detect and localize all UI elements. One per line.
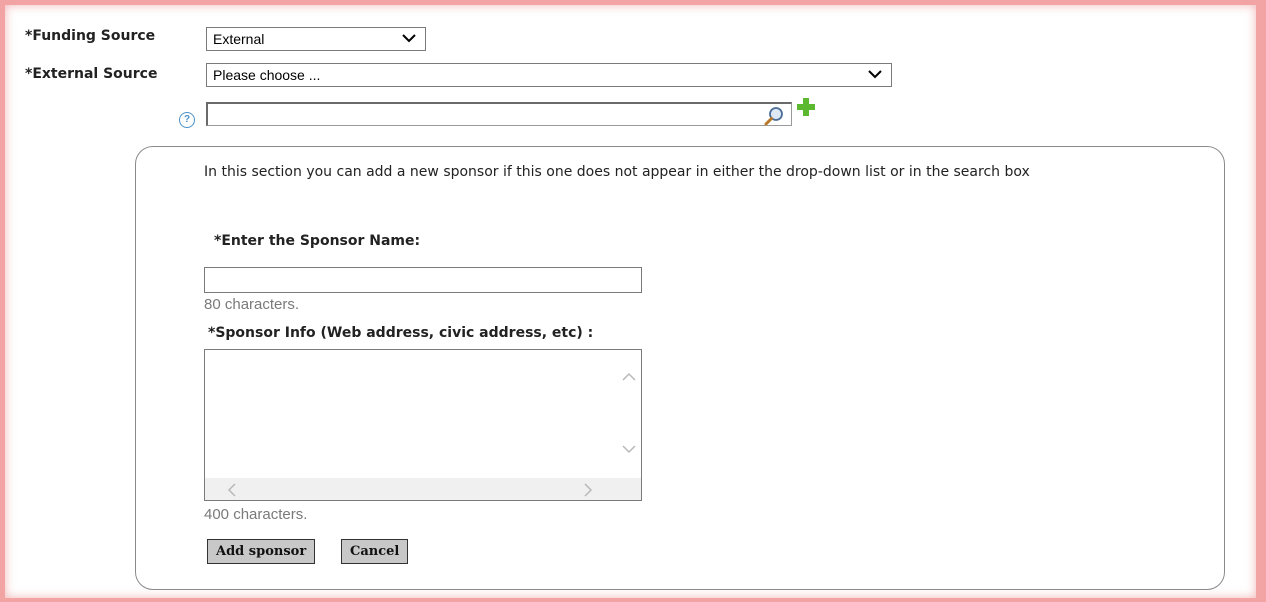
- chevron-right-icon[interactable]: [583, 483, 593, 497]
- external-source-select[interactable]: Please choose ...: [206, 63, 892, 87]
- sponsor-info-label: *Sponsor Info (Web address, civic addres…: [208, 325, 594, 341]
- horizontal-scrollbar[interactable]: [205, 478, 617, 500]
- sponsor-name-counter: 80 characters.: [204, 296, 300, 313]
- external-source-label: *External Source: [25, 66, 158, 82]
- sponsor-search-input[interactable]: [206, 102, 792, 126]
- sponsor-name-input[interactable]: [204, 267, 642, 293]
- help-icon[interactable]: ?: [179, 112, 195, 128]
- scrollbar-corner: [617, 478, 641, 500]
- funding-source-label: *Funding Source: [25, 28, 156, 44]
- sponsor-info-textarea[interactable]: [204, 349, 642, 501]
- funding-source-select[interactable]: External: [206, 27, 426, 51]
- chevron-left-icon[interactable]: [227, 483, 237, 497]
- vertical-scrollbar[interactable]: [617, 350, 641, 478]
- form-container: *Funding Source External *External Sourc…: [5, 5, 1256, 598]
- add-sponsor-button[interactable]: Add sponsor: [207, 539, 316, 564]
- sponsor-name-label: *Enter the Sponsor Name:: [214, 233, 421, 249]
- chevron-down-icon: [402, 34, 416, 43]
- panel-intro-text: In this section you can add a new sponso…: [204, 164, 1030, 180]
- chevron-down-icon: [868, 70, 882, 79]
- external-source-value: Please choose ...: [213, 67, 321, 83]
- add-sponsor-panel: In this section you can add a new sponso…: [135, 146, 1225, 590]
- sponsor-info-counter: 400 characters.: [204, 506, 308, 523]
- magnifier-icon[interactable]: [763, 105, 785, 127]
- chevron-up-icon[interactable]: [622, 372, 636, 382]
- chevron-down-icon[interactable]: [622, 444, 636, 454]
- plus-icon[interactable]: [795, 96, 817, 118]
- cancel-button[interactable]: Cancel: [341, 539, 409, 564]
- funding-source-value: External: [213, 31, 265, 47]
